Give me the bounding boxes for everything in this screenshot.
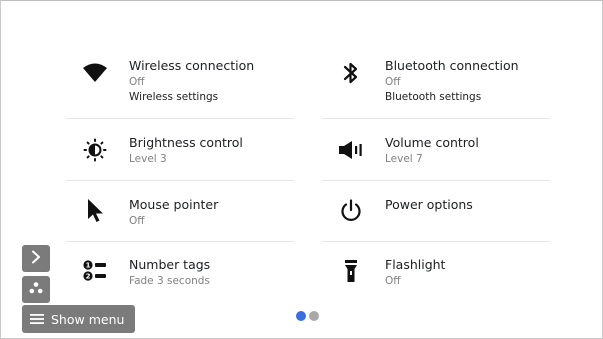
chevron-right-icon	[30, 249, 42, 268]
volume-icon	[336, 135, 366, 165]
svg-text:1: 1	[86, 262, 91, 270]
wireless-settings-link[interactable]: Wireless settings	[129, 91, 254, 103]
tile-status: Fade 3 seconds	[129, 275, 210, 287]
hamburger-icon	[30, 310, 44, 329]
tile-title: Wireless connection	[129, 58, 255, 73]
wifi-icon	[80, 58, 110, 88]
group-button[interactable]	[22, 276, 50, 303]
tile-status: Off	[385, 275, 401, 287]
pagination-dots	[296, 311, 319, 321]
tile-number-tags[interactable]: 1 2 Number tags Fade 3 seconds	[66, 242, 294, 302]
tile-status: Off	[385, 76, 401, 88]
tile-title: Power options	[385, 197, 473, 212]
tile-status: Level 3	[129, 153, 167, 165]
mouse-pointer-icon	[80, 196, 110, 226]
tile-title: Mouse pointer	[129, 197, 219, 212]
tile-wireless-connection[interactable]: Wireless connection Off Wireless setting…	[66, 50, 294, 119]
power-icon	[336, 196, 366, 226]
page-dot-1[interactable]	[296, 311, 306, 321]
three-dots-icon	[28, 280, 44, 299]
right-column: Bluetooth connection Off Bluetooth setti…	[322, 50, 550, 302]
bluetooth-icon	[336, 58, 366, 88]
tile-mouse-pointer[interactable]: Mouse pointer Off	[66, 181, 294, 242]
tile-status: Level 7	[385, 153, 423, 165]
tile-flashlight[interactable]: Flashlight Off	[322, 242, 550, 302]
tile-status: Off	[129, 215, 145, 227]
tile-title: Number tags	[129, 257, 211, 272]
page-dot-2[interactable]	[309, 311, 319, 321]
tile-volume-control[interactable]: Volume control Level 7	[322, 119, 550, 181]
tile-brightness-control[interactable]: Brightness control Level 3	[66, 119, 294, 181]
svg-text:2: 2	[86, 273, 91, 281]
show-menu-label: Show menu	[51, 311, 125, 327]
expand-button[interactable]	[22, 245, 50, 272]
number-tags-icon: 1 2	[80, 256, 110, 286]
tile-title: Flashlight	[385, 257, 446, 272]
tile-power-options[interactable]: Power options	[322, 181, 550, 242]
tile-status: Off	[129, 76, 145, 88]
tile-title: Bluetooth connection	[385, 58, 519, 73]
brightness-icon	[80, 135, 110, 165]
show-menu-button[interactable]: Show menu	[22, 305, 135, 333]
tile-title: Brightness control	[129, 135, 243, 150]
tile-bluetooth-connection[interactable]: Bluetooth connection Off Bluetooth setti…	[322, 50, 550, 119]
bluetooth-settings-link[interactable]: Bluetooth settings	[385, 91, 519, 103]
left-column: Wireless connection Off Wireless setting…	[66, 50, 294, 302]
tile-title: Volume control	[385, 135, 479, 150]
flashlight-icon	[336, 256, 366, 286]
